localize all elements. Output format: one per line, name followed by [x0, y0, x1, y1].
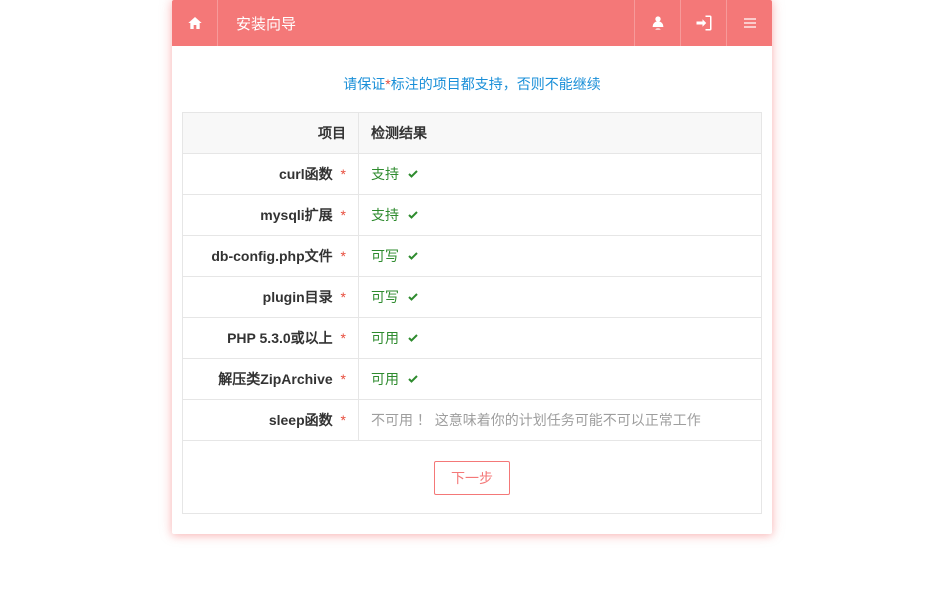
- content: 请保证*标注的项目都支持，否则不能继续 项目 检测结果 curl函数 *支持 m…: [172, 46, 772, 534]
- required-star: *: [341, 330, 346, 346]
- table-header-row: 项目 检测结果: [183, 113, 762, 154]
- check-icon: [407, 166, 419, 182]
- required-star: *: [341, 166, 346, 182]
- home-icon: [187, 15, 203, 31]
- footer: 下一步: [182, 441, 762, 514]
- header-item: 项目: [183, 113, 359, 154]
- table-row: curl函数 *支持: [183, 154, 762, 195]
- row-status: 可写: [359, 236, 762, 277]
- sign-in-icon: [695, 14, 713, 32]
- required-star: *: [341, 412, 346, 428]
- row-label: curl函数 *: [183, 154, 359, 195]
- user-button[interactable]: [634, 0, 680, 46]
- row-status: 可用: [359, 359, 762, 400]
- check-icon: [407, 207, 419, 223]
- check-icon: [407, 289, 419, 305]
- header-result: 检测结果: [359, 113, 762, 154]
- check-table: 项目 检测结果 curl函数 *支持 mysqli扩展 *支持 db-confi…: [182, 112, 762, 441]
- next-button[interactable]: 下一步: [434, 461, 510, 495]
- page-title: 安装向导: [218, 0, 634, 46]
- table-row: mysqli扩展 *支持: [183, 195, 762, 236]
- user-icon: [650, 15, 666, 31]
- home-button[interactable]: [172, 0, 218, 46]
- required-star: *: [341, 289, 346, 305]
- table-row: sleep函数 *不可用 ！ 这意味着你的计划任务可能不可以正常工作: [183, 400, 762, 441]
- row-status: 支持: [359, 154, 762, 195]
- install-wizard-panel: 安装向导 请保证*标注的项目都支持，否则不能继续: [172, 0, 772, 534]
- required-star: *: [341, 207, 346, 223]
- navbar: 安装向导: [172, 0, 772, 46]
- notice-text: 请保证*标注的项目都支持，否则不能继续: [182, 74, 762, 94]
- table-row: PHP 5.3.0或以上 *可用: [183, 318, 762, 359]
- required-star: *: [341, 248, 346, 264]
- row-status: 支持: [359, 195, 762, 236]
- nav-right: [634, 0, 772, 46]
- table-row: 解压类ZipArchive *可用: [183, 359, 762, 400]
- row-label: sleep函数 *: [183, 400, 359, 441]
- row-label: PHP 5.3.0或以上 *: [183, 318, 359, 359]
- row-label: plugin目录 *: [183, 277, 359, 318]
- check-icon: [407, 248, 419, 264]
- login-button[interactable]: [680, 0, 726, 46]
- row-status: 可用: [359, 318, 762, 359]
- row-status: 可写: [359, 277, 762, 318]
- table-row: db-config.php文件 *可写: [183, 236, 762, 277]
- hamburger-icon: [742, 15, 758, 31]
- required-star: *: [341, 371, 346, 387]
- table-row: plugin目录 *可写: [183, 277, 762, 318]
- check-icon: [407, 330, 419, 346]
- row-status: 不可用 ！ 这意味着你的计划任务可能不可以正常工作: [359, 400, 762, 441]
- menu-button[interactable]: [726, 0, 772, 46]
- row-label: 解压类ZipArchive *: [183, 359, 359, 400]
- check-icon: [407, 371, 419, 387]
- row-label: db-config.php文件 *: [183, 236, 359, 277]
- row-label: mysqli扩展 *: [183, 195, 359, 236]
